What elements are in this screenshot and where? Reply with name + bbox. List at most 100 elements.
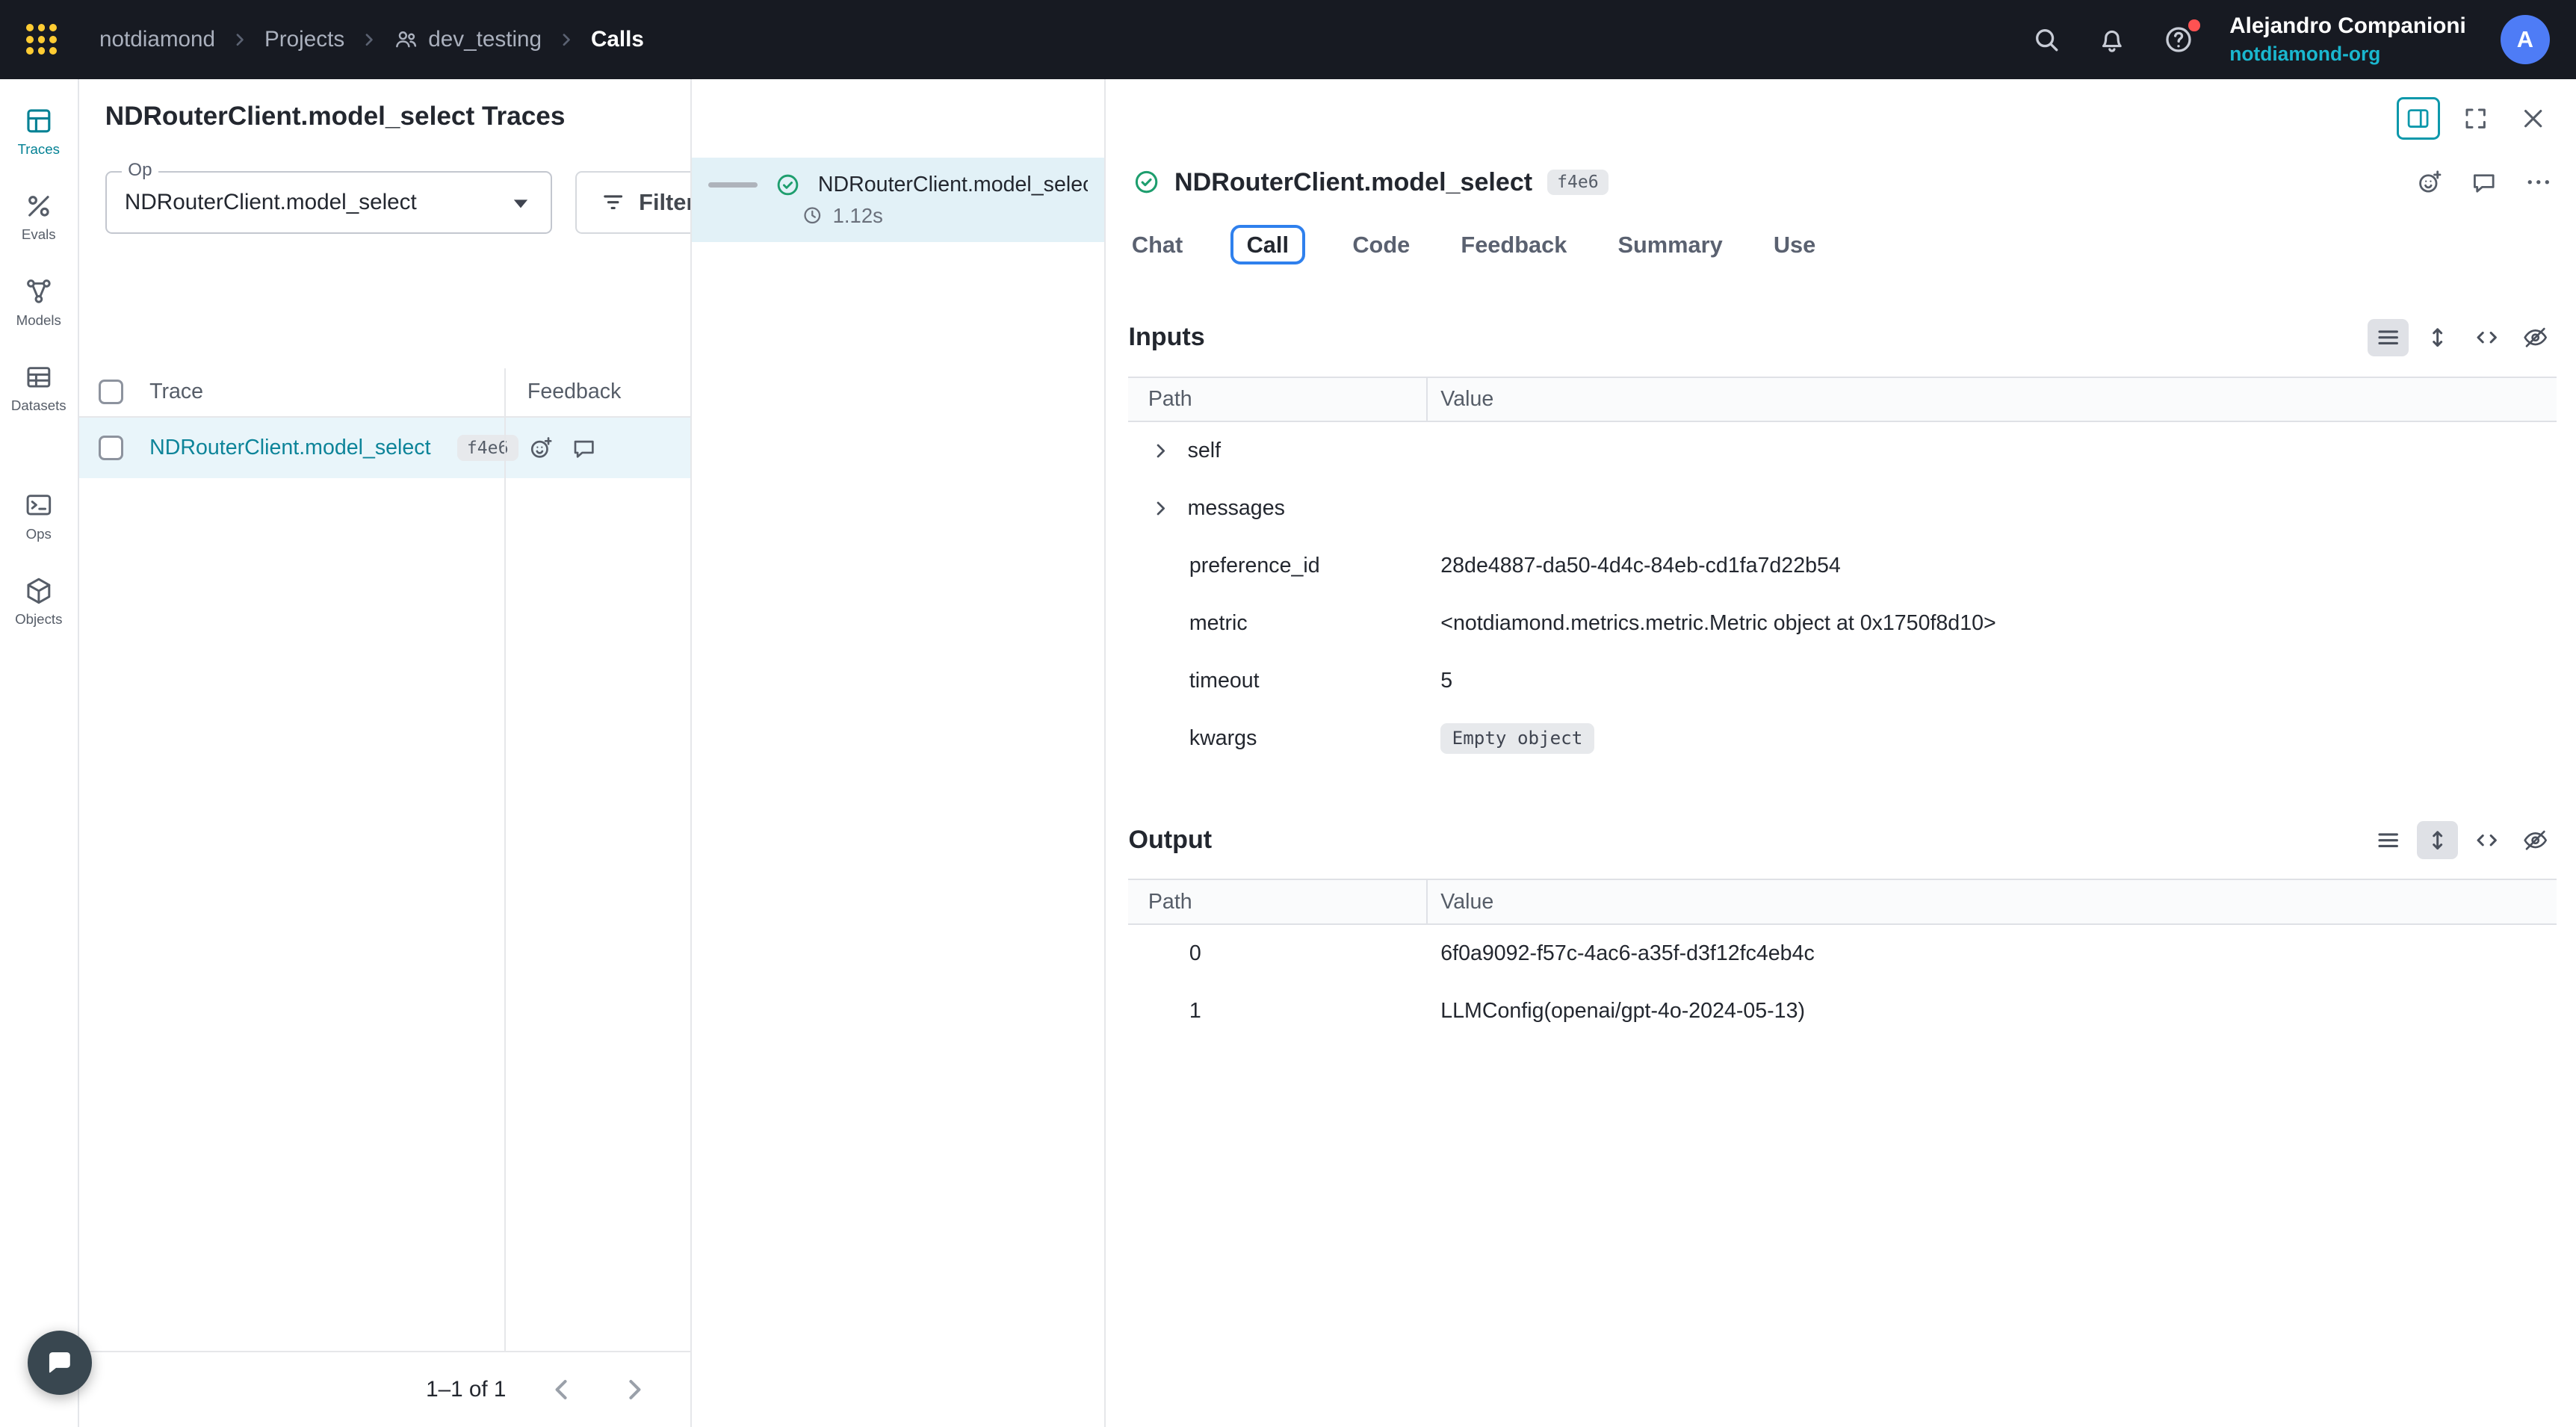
rail-item-datasets[interactable]: Datasets xyxy=(0,362,78,414)
breadcrumb-projects[interactable]: Projects xyxy=(264,27,344,52)
tab-call[interactable]: Call xyxy=(1230,225,1305,264)
input-value: 28de4887-da50-4d4c-84eb-cd1fa7d22b54 xyxy=(1428,554,2557,578)
op-select-label: Op xyxy=(122,160,159,181)
rail-label-models: Models xyxy=(16,312,61,329)
tree-item-title: NDRouterClient.model_select xyxy=(818,173,1088,197)
notifications-bell-icon[interactable] xyxy=(2096,24,2128,55)
fullscreen-icon[interactable] xyxy=(2454,97,2497,140)
output-row-1: 1 LLMConfig(openai/gpt-4o-2024-05-13) xyxy=(1128,982,2556,1040)
datasets-icon xyxy=(23,362,55,393)
add-note-icon[interactable] xyxy=(2469,167,2499,197)
trace-column-header: Trace xyxy=(149,380,203,404)
inputs-value-header: Value xyxy=(1428,378,2557,421)
feedback-column-header: Feedback xyxy=(527,380,622,404)
breadcrumb-page-calls[interactable]: Calls xyxy=(591,27,644,52)
add-note-icon[interactable] xyxy=(570,434,598,462)
more-menu-icon[interactable] xyxy=(2524,167,2554,197)
toggle-split-view-icon[interactable] xyxy=(2397,97,2439,140)
success-check-icon xyxy=(1133,169,1159,195)
input-path: timeout xyxy=(1128,669,1427,693)
tab-feedback[interactable]: Feedback xyxy=(1458,226,1570,263)
hide-values-icon[interactable] xyxy=(2515,821,2557,859)
select-all-checkbox[interactable] xyxy=(99,380,123,404)
expand-chevron-icon[interactable] xyxy=(1148,496,1173,521)
op-select-value: NDRouterClient.model_select xyxy=(125,190,504,215)
team-icon xyxy=(394,27,418,52)
hide-values-icon[interactable] xyxy=(2515,319,2557,357)
call-header: NDRouterClient.model_select f4e6 xyxy=(1106,167,2576,197)
input-row-timeout: timeout 5 xyxy=(1128,652,2556,710)
input-value: <notdiamond.metrics.metric.Metric object… xyxy=(1428,611,2557,636)
input-value: 5 xyxy=(1428,669,2557,693)
traces-table: Trace Feedback NDRouterClient.model_sele… xyxy=(79,368,690,1351)
inputs-view-controls xyxy=(2368,319,2557,357)
add-reaction-icon[interactable] xyxy=(527,434,555,462)
traces-table-header: Trace Feedback xyxy=(79,368,690,418)
input-row-metric: metric <notdiamond.metrics.metric.Metric… xyxy=(1128,595,2556,652)
rail-label-datasets: Datasets xyxy=(11,397,66,414)
traces-icon xyxy=(23,105,55,137)
chevron-down-icon xyxy=(504,186,537,219)
user-menu[interactable]: Alejandro Companioni notdiamond-org xyxy=(2229,12,2466,66)
objects-icon xyxy=(23,575,55,607)
rail-label-objects: Objects xyxy=(15,611,62,628)
output-path: 0 xyxy=(1128,941,1427,966)
call-title: NDRouterClient.model_select xyxy=(1174,168,1532,197)
output-table: Path Value 0 6f0a9092-f57c-4ac6-a35f-d3f… xyxy=(1128,879,2556,1039)
code-view-icon[interactable] xyxy=(2466,319,2507,357)
output-path: 1 xyxy=(1128,999,1427,1024)
page-title: NDRouterClient.model_select Traces xyxy=(105,102,690,131)
expand-chevron-icon[interactable] xyxy=(1148,439,1173,463)
wandb-logo[interactable] xyxy=(26,24,57,55)
tab-code[interactable]: Code xyxy=(1349,226,1414,263)
list-view-icon[interactable] xyxy=(2368,821,2409,859)
notification-dot xyxy=(2188,19,2199,31)
trace-row[interactable]: NDRouterClient.model_select f4e6 xyxy=(79,418,690,478)
inputs-table: Path Value self messages xyxy=(1128,377,2556,767)
call-tabs: Chat Call Code Feedback Summary Use xyxy=(1106,225,2576,264)
rail-item-ops[interactable]: Ops xyxy=(0,489,78,542)
row-checkbox[interactable] xyxy=(99,436,123,460)
close-icon[interactable] xyxy=(2512,97,2554,140)
help-icon[interactable] xyxy=(2162,23,2195,56)
next-page-icon[interactable] xyxy=(618,1373,651,1406)
breadcrumb-org[interactable]: notdiamond xyxy=(99,27,215,52)
filter-button-label: Filter xyxy=(639,189,690,216)
evals-icon xyxy=(23,191,55,222)
chevron-right-icon xyxy=(230,30,250,49)
rail-item-traces[interactable]: Traces xyxy=(0,105,78,158)
tab-summary[interactable]: Summary xyxy=(1614,226,1726,263)
list-view-icon[interactable] xyxy=(2368,319,2409,357)
inputs-path-header: Path xyxy=(1128,378,1427,421)
prev-page-icon[interactable] xyxy=(545,1373,578,1406)
search-icon[interactable] xyxy=(2031,24,2062,55)
empty-object-chip: Empty object xyxy=(1440,723,1594,754)
tab-use[interactable]: Use xyxy=(1770,226,1818,263)
avatar[interactable]: A xyxy=(2501,15,2550,64)
expand-rows-icon[interactable] xyxy=(2417,319,2458,357)
rail-label-ops: Ops xyxy=(26,526,52,542)
expand-rows-icon[interactable] xyxy=(2417,821,2458,859)
op-select[interactable]: Op NDRouterClient.model_select xyxy=(105,171,552,234)
input-path: metric xyxy=(1128,611,1427,636)
pagination-range: 1–1 of 1 xyxy=(426,1377,506,1402)
call-id-badge: f4e6 xyxy=(1547,170,1609,196)
tab-chat[interactable]: Chat xyxy=(1128,226,1186,263)
filter-button[interactable]: Filter xyxy=(575,171,690,234)
add-reaction-icon[interactable] xyxy=(2415,167,2445,197)
rail-item-models[interactable]: Models xyxy=(0,276,78,328)
output-value-header: Value xyxy=(1428,880,2557,923)
chat-widget-button[interactable] xyxy=(28,1331,92,1395)
code-view-icon[interactable] xyxy=(2466,821,2507,859)
topbar: notdiamond Projects dev_testing Calls Al… xyxy=(0,0,2576,79)
output-value: LLMConfig(openai/gpt-4o-2024-05-13) xyxy=(1428,999,2557,1024)
input-row-messages: messages xyxy=(1128,480,2556,537)
rail-item-evals[interactable]: Evals xyxy=(0,191,78,243)
breadcrumb: notdiamond Projects dev_testing Calls xyxy=(99,27,644,52)
trace-link[interactable]: NDRouterClient.model_select xyxy=(149,436,430,460)
breadcrumb-project[interactable]: dev_testing xyxy=(394,27,542,52)
output-row-0: 0 6f0a9092-f57c-4ac6-a35f-d3f12fc4eb4c xyxy=(1128,925,2556,982)
rail-item-objects[interactable]: Objects xyxy=(0,575,78,628)
breadcrumb-project-label: dev_testing xyxy=(428,27,542,52)
trace-tree-item[interactable]: NDRouterClient.model_select 1.12s xyxy=(692,158,1104,242)
